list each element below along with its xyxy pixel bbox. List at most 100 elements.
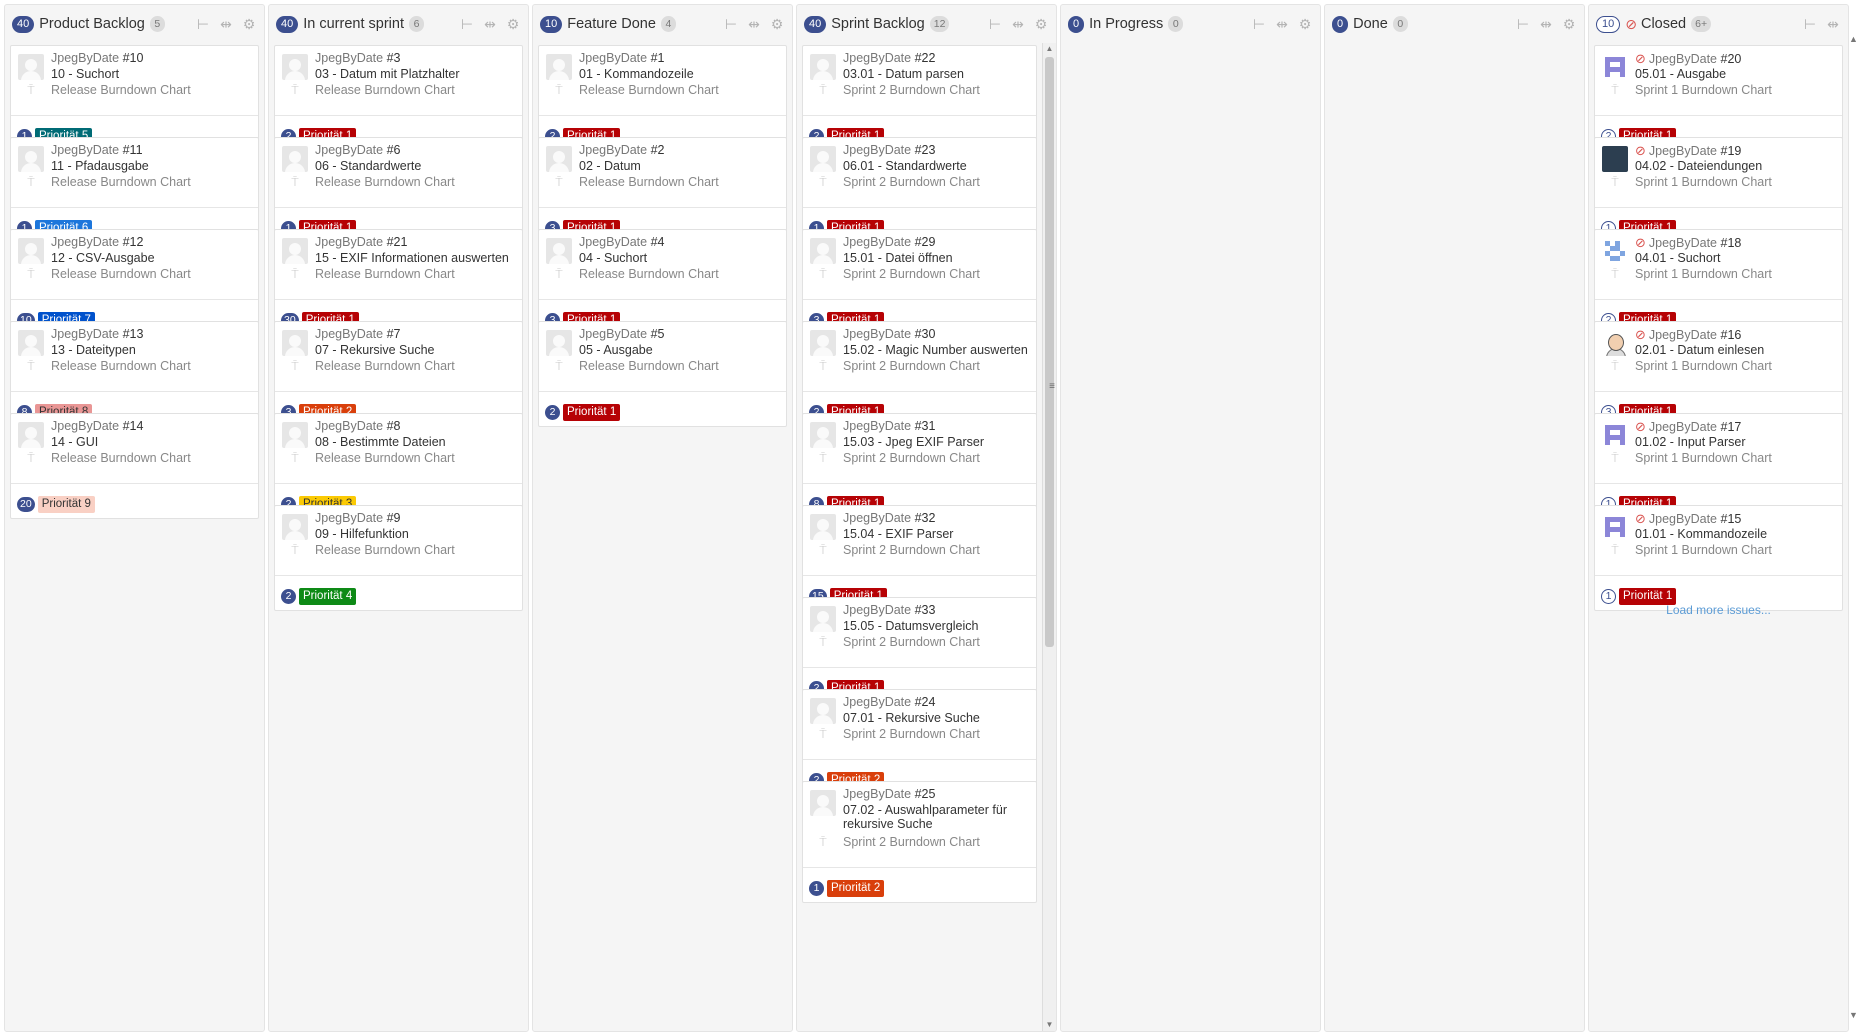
issue-number[interactable]: #33	[915, 603, 936, 617]
issue-number[interactable]: #20	[1721, 52, 1742, 66]
avatar[interactable]	[810, 146, 836, 172]
issue-card[interactable]: ⍑ JpegByDate #14 14 - GUI Release Burndo…	[10, 413, 259, 519]
issue-title[interactable]: 15.03 - Jpeg EXIF Parser	[843, 435, 984, 449]
issue-number[interactable]: #10	[123, 51, 144, 65]
priority-label[interactable]: Priorität 2	[827, 879, 885, 897]
column-title[interactable]: Feature Done	[567, 16, 656, 32]
collapse-icon[interactable]: ⊢	[988, 17, 1002, 31]
avatar[interactable]	[810, 422, 836, 448]
gear-icon[interactable]: ⚙	[506, 17, 520, 31]
issue-card[interactable]: ⍑ JpegByDate #13 13 - Dateitypen Release…	[10, 321, 259, 427]
issue-title[interactable]: 01 - Kommandozeile	[579, 67, 694, 81]
gear-icon[interactable]: ⚙	[1562, 17, 1576, 31]
issue-number[interactable]: #9	[387, 511, 401, 525]
issue-number[interactable]: #1	[651, 51, 665, 65]
page-scrollbar[interactable]: ▲ ▼	[1849, 0, 1857, 1032]
issue-card[interactable]: ⍑ JpegByDate #32 15.04 - EXIF Parser Spr…	[802, 505, 1037, 611]
scroll-up-icon[interactable]: ▲	[1043, 43, 1056, 55]
avatar[interactable]	[546, 238, 572, 264]
issue-title[interactable]: 12 - CSV-Ausgabe	[51, 251, 155, 265]
issue-number[interactable]: #29	[915, 235, 936, 249]
issue-title[interactable]: 15.01 - Datei öffnen	[843, 251, 953, 265]
issue-card[interactable]: ⍑ JpegByDate #5 05 - Ausgabe Release Bur…	[538, 321, 787, 427]
issue-card[interactable]: ⍑ JpegByDate #24 07.01 - Rekursive Suche…	[802, 689, 1037, 795]
issue-number[interactable]: #7	[387, 327, 401, 341]
issue-number[interactable]: #13	[123, 327, 144, 341]
issue-number[interactable]: #24	[915, 695, 936, 709]
issue-card[interactable]: ⍑ JpegByDate #6 06 - Standardwerte Relea…	[274, 137, 523, 243]
expand-icon[interactable]: ⇹	[219, 17, 233, 31]
issue-card[interactable]: ⍑ JpegByDate #12 12 - CSV-Ausgabe Releas…	[10, 229, 259, 335]
issue-number[interactable]: #5	[651, 327, 665, 341]
gear-icon[interactable]: ⚙	[1034, 17, 1048, 31]
avatar[interactable]	[282, 238, 308, 264]
issue-number[interactable]: #16	[1721, 328, 1742, 342]
column-title[interactable]: Closed	[1641, 16, 1686, 32]
issue-title[interactable]: 07 - Rekursive Suche	[315, 343, 435, 357]
expand-icon[interactable]: ⇹	[1011, 17, 1025, 31]
avatar[interactable]	[282, 422, 308, 448]
issue-title[interactable]: 04 - Suchort	[579, 251, 647, 265]
avatar[interactable]	[1602, 514, 1628, 540]
issue-number[interactable]: #31	[915, 419, 936, 433]
issue-title[interactable]: 03 - Datum mit Platzhalter	[315, 67, 460, 81]
issue-card[interactable]: ⍑ ⊘ JpegByDate #15 01.01 - Kommandozeile …	[1594, 505, 1843, 611]
issue-card[interactable]: ⍑ JpegByDate #21 15 - EXIF Informationen…	[274, 229, 523, 335]
priority-label[interactable]: Priorität 1	[1619, 587, 1677, 605]
issue-number[interactable]: #14	[123, 419, 144, 433]
issue-number[interactable]: #18	[1721, 236, 1742, 250]
issue-number[interactable]: #6	[387, 143, 401, 157]
issue-card[interactable]: ⍑ JpegByDate #2 02 - Datum Release Burnd…	[538, 137, 787, 243]
issue-number[interactable]: #25	[915, 787, 936, 801]
load-more-link[interactable]: Load more issues...	[1594, 603, 1843, 617]
issue-card[interactable]: ⍑ JpegByDate #31 15.03 - Jpeg EXIF Parse…	[802, 413, 1037, 519]
scroll-up-icon[interactable]: ▲	[1849, 34, 1857, 44]
issue-title[interactable]: 15.04 - EXIF Parser	[843, 527, 953, 541]
issue-title[interactable]: 04.02 - Dateiendungen	[1635, 159, 1762, 173]
gear-icon[interactable]: ⚙	[242, 17, 256, 31]
issue-card[interactable]: ⍑ JpegByDate #4 04 - Suchort Release Bur…	[538, 229, 787, 335]
column-title[interactable]: Product Backlog	[39, 16, 145, 32]
collapse-icon[interactable]: ⊢	[724, 17, 738, 31]
issue-card[interactable]: ⍑ JpegByDate #7 07 - Rekursive Suche Rel…	[274, 321, 523, 427]
avatar[interactable]	[18, 54, 44, 80]
avatar[interactable]	[810, 698, 836, 724]
avatar[interactable]	[810, 54, 836, 80]
resize-grip-icon[interactable]: ≡	[1049, 381, 1055, 392]
avatar[interactable]	[18, 146, 44, 172]
expand-icon[interactable]: ⇹	[483, 17, 497, 31]
issue-number[interactable]: #23	[915, 143, 936, 157]
issue-title[interactable]: 15.05 - Datumsvergleich	[843, 619, 978, 633]
issue-card[interactable]: ⍑ ⊘ JpegByDate #16 02.01 - Datum einlesen…	[1594, 321, 1843, 427]
issue-title[interactable]: 01.02 - Input Parser	[1635, 435, 1745, 449]
issue-number[interactable]: #12	[123, 235, 144, 249]
issue-title[interactable]: 13 - Dateitypen	[51, 343, 136, 357]
issue-number[interactable]: #8	[387, 419, 401, 433]
issue-title[interactable]: 15 - EXIF Informationen auswerten	[315, 251, 509, 265]
issue-card[interactable]: ⍑ JpegByDate #25 07.02 - Auswahlparamete…	[802, 781, 1037, 903]
scroll-down-icon[interactable]: ▼	[1849, 1010, 1857, 1020]
issue-card[interactable]: ⍑ JpegByDate #30 15.02 - Magic Number au…	[802, 321, 1037, 427]
issue-number[interactable]: #19	[1721, 144, 1742, 158]
column-scrollbar[interactable]: ▲ ≡ ▼	[1042, 43, 1056, 1031]
issue-title[interactable]: 10 - Suchort	[51, 67, 119, 81]
issue-number[interactable]: #30	[915, 327, 936, 341]
avatar[interactable]	[282, 514, 308, 540]
issue-title[interactable]: 07.01 - Rekursive Suche	[843, 711, 980, 725]
issue-card[interactable]: ⍑ ⊘ JpegByDate #18 04.01 - Suchort Sprint…	[1594, 229, 1843, 335]
issue-card[interactable]: ⍑ JpegByDate #11 11 - Pfadausgabe Releas…	[10, 137, 259, 243]
column-title[interactable]: In Progress	[1089, 16, 1163, 32]
avatar[interactable]	[282, 146, 308, 172]
collapse-icon[interactable]: ⊢	[1516, 17, 1530, 31]
priority-label[interactable]: Priorität 1	[563, 403, 621, 421]
avatar[interactable]	[282, 330, 308, 356]
issue-title[interactable]: 14 - GUI	[51, 435, 98, 449]
issue-title[interactable]: 06.01 - Standardwerte	[843, 159, 967, 173]
issue-title[interactable]: 05.01 - Ausgabe	[1635, 67, 1726, 81]
issue-title[interactable]: 09 - Hilfefunktion	[315, 527, 409, 541]
collapse-icon[interactable]: ⊢	[1252, 17, 1266, 31]
issue-title[interactable]: 06 - Standardwerte	[315, 159, 421, 173]
issue-card[interactable]: ⍑ JpegByDate #29 15.01 - Datei öffnen Sp…	[802, 229, 1037, 335]
issue-number[interactable]: #11	[123, 143, 143, 157]
avatar[interactable]	[1602, 54, 1628, 80]
